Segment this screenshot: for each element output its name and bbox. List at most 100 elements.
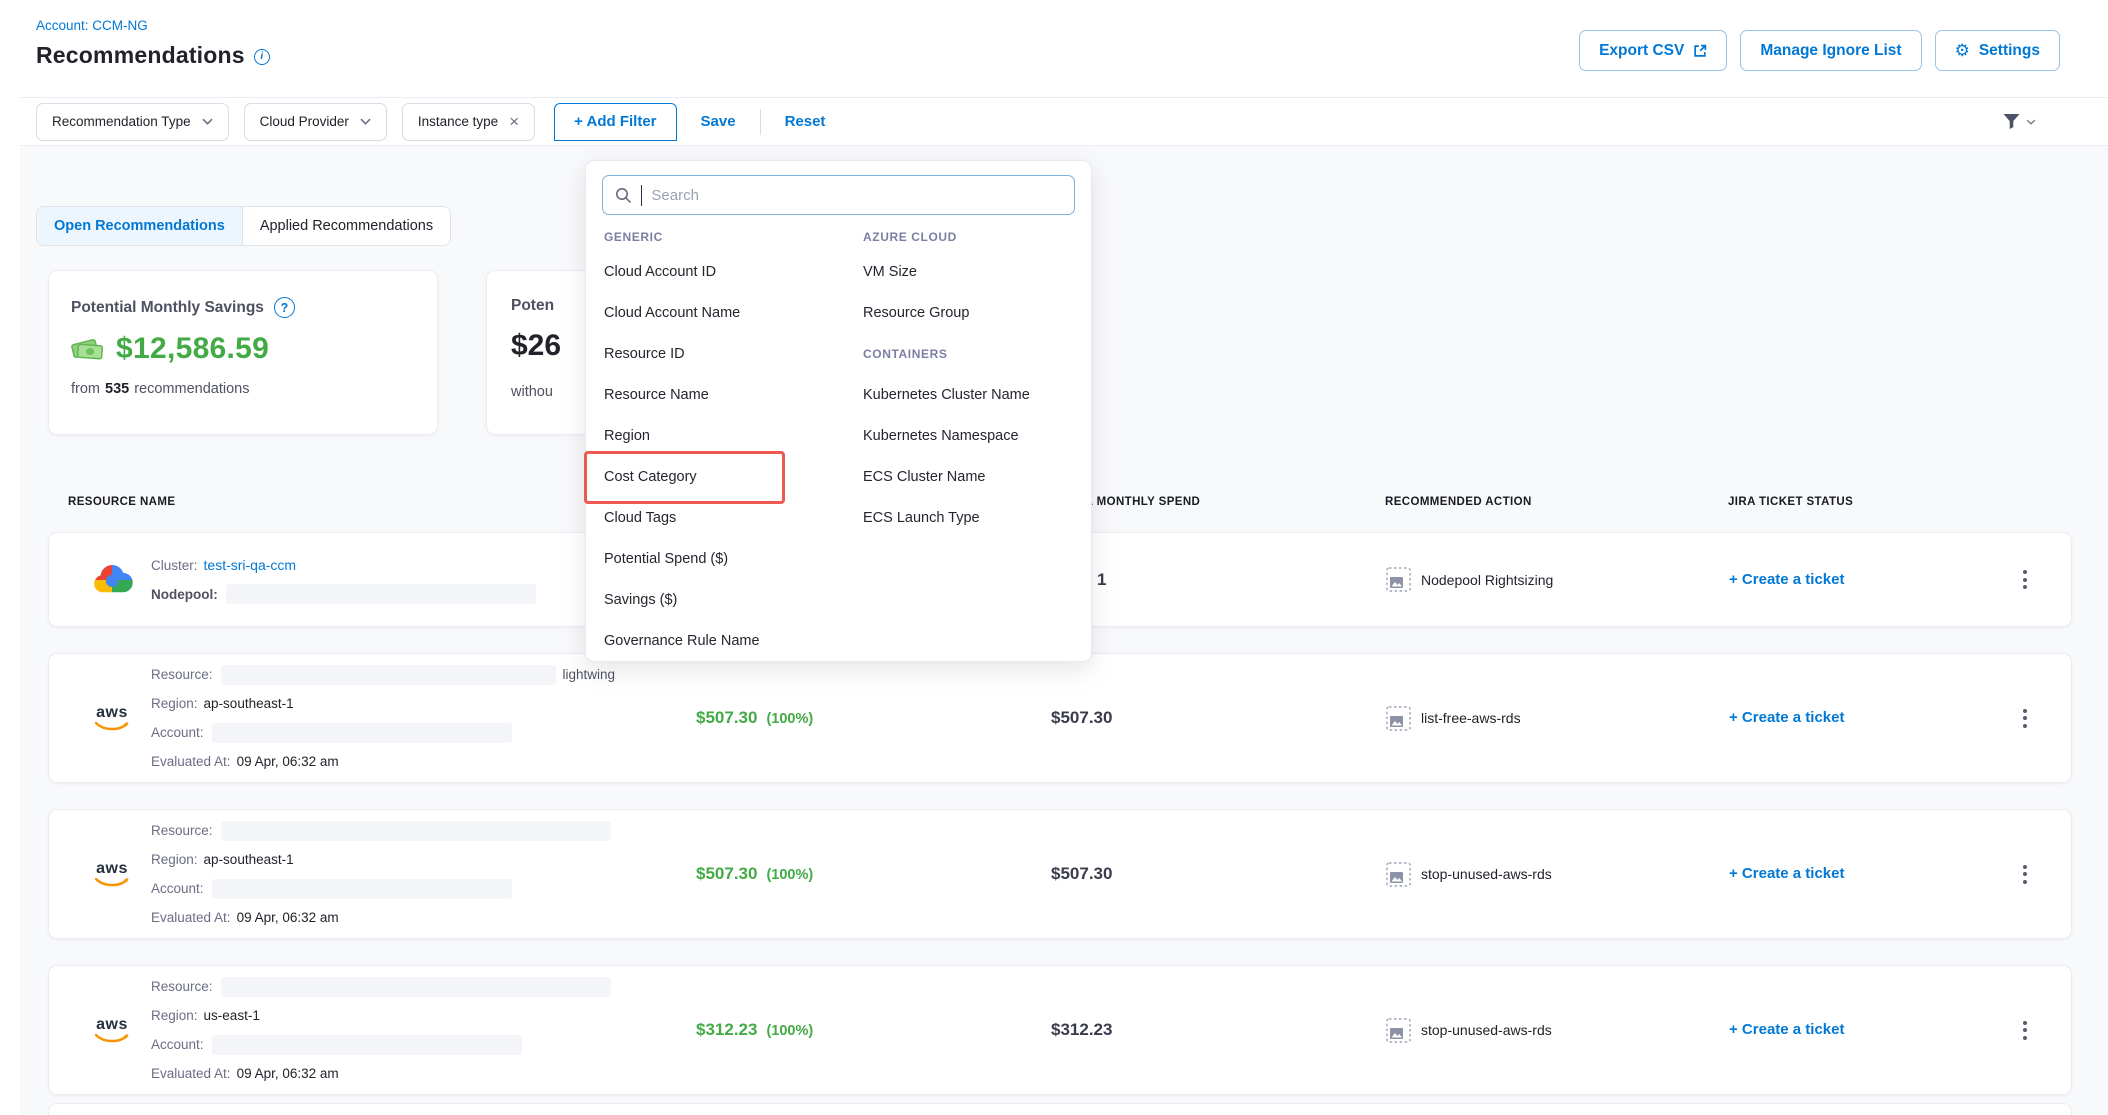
- export-csv-button[interactable]: Export CSV: [1579, 30, 1727, 71]
- monthly-savings-cell: $507.30 (100%): [646, 708, 1001, 728]
- filter-chip-cloud-provider[interactable]: Cloud Provider: [244, 103, 387, 141]
- savings-percent: (100%): [766, 867, 813, 883]
- filter-option-kubernetes-cluster-name[interactable]: Kubernetes Cluster Name: [863, 374, 1030, 415]
- breadcrumb-account-link[interactable]: Account: CCM-NG: [36, 18, 148, 33]
- row-menu-icon[interactable]: [2017, 859, 2033, 890]
- savings-card-subtext: from 535 recommendations: [71, 381, 437, 397]
- reset-filter-link[interactable]: Reset: [785, 113, 826, 130]
- search-icon: [615, 187, 632, 204]
- action-name: stop-unused-aws-rds: [1421, 866, 1552, 882]
- savings-percent: (100%): [766, 711, 813, 727]
- add-filter-button[interactable]: + Add Filter: [554, 103, 676, 141]
- recommended-action-cell: stop-unused-aws-rds: [1331, 862, 1691, 887]
- filter-chip-instance-type[interactable]: Instance type ×: [402, 103, 535, 141]
- generic-filter-column: GENERIC Cloud Account ID Cloud Account N…: [604, 223, 760, 661]
- filter-option-cost-category[interactable]: Cost Category: [604, 456, 760, 497]
- add-filter-dropdown: GENERIC Cloud Account ID Cloud Account N…: [585, 160, 1092, 662]
- table-row[interactable]: aws Resource:lightwing Region:ap-southea…: [48, 653, 2072, 783]
- subtext-prefix: from: [71, 381, 100, 397]
- filter-option-governance-rule-name[interactable]: Governance Rule Name: [604, 620, 760, 661]
- filter-option-savings[interactable]: Savings ($): [604, 579, 760, 620]
- recommendation-count: 535: [105, 381, 129, 397]
- remove-filter-icon[interactable]: ×: [509, 113, 519, 130]
- filter-option-ecs-launch-type[interactable]: ECS Launch Type: [863, 497, 1030, 538]
- search-box[interactable]: [602, 175, 1075, 215]
- create-ticket-link[interactable]: + Create a ticket: [1729, 865, 1844, 882]
- tab-open-recommendations[interactable]: Open Recommendations: [37, 207, 243, 245]
- resource-cell: aws Resource: Region:us-east-1 Account: …: [49, 972, 646, 1088]
- cloud-filter-column: AZURE CLOUD VM Size Resource Group CONTA…: [863, 223, 1030, 538]
- page-title: Recommendations: [36, 42, 245, 69]
- filter-option-region[interactable]: Region: [604, 415, 760, 456]
- nodepool-label: Nodepool:: [151, 587, 218, 602]
- create-ticket-link[interactable]: + Create a ticket: [1729, 1021, 1844, 1038]
- chip-label: Instance type: [418, 114, 498, 129]
- manage-ignore-list-button[interactable]: Manage Ignore List: [1740, 30, 1921, 71]
- search-input[interactable]: [651, 187, 1062, 204]
- filter-option-resource-group[interactable]: Resource Group: [863, 292, 1030, 333]
- filter-option-ecs-cluster-name[interactable]: ECS Cluster Name: [863, 456, 1030, 497]
- filter-option-kubernetes-namespace[interactable]: Kubernetes Namespace: [863, 415, 1030, 456]
- chip-label: Cloud Provider: [260, 114, 349, 129]
- total-monthly-spend-cell: $312.23: [1001, 1020, 1331, 1040]
- region-value: us-east-1: [204, 1008, 260, 1023]
- evaluated-value: 09 Apr, 06:32 am: [237, 1066, 339, 1081]
- chevron-down-icon: [2026, 119, 2036, 125]
- resource-visible-tail: lightwing: [563, 667, 616, 682]
- table-row[interactable]: aws Resource: Region:us-east-1 Account: …: [48, 965, 2072, 1095]
- cluster-link[interactable]: test-sri-qa-ccm: [204, 557, 297, 573]
- evaluated-value: 09 Apr, 06:32 am: [237, 910, 339, 925]
- filter-option-vm-size[interactable]: VM Size: [863, 251, 1030, 292]
- row-menu-icon[interactable]: [2017, 1015, 2033, 1046]
- info-icon[interactable]: i: [254, 49, 270, 65]
- action-name: list-free-aws-rds: [1421, 710, 1521, 726]
- redacted-value: [212, 1035, 522, 1055]
- filter-option-cloud-account-name[interactable]: Cloud Account Name: [604, 292, 760, 333]
- savings-value: $507.30: [696, 708, 757, 728]
- settings-button[interactable]: ⚙ Settings: [1935, 30, 2060, 71]
- page-header: Account: CCM-NG Recommendations i Export…: [0, 0, 2108, 98]
- recommendations-page: Account: CCM-NG Recommendations i Export…: [0, 0, 2108, 1114]
- image-placeholder-icon: [1386, 706, 1411, 731]
- region-label: Region:: [151, 1008, 198, 1023]
- monthly-savings-cell: $312.23 (100%): [646, 1020, 1001, 1040]
- evaluated-label: Evaluated At:: [151, 754, 231, 769]
- filter-option-cloud-tags[interactable]: Cloud Tags: [604, 497, 760, 538]
- aws-icon: aws: [89, 1017, 135, 1044]
- filter-panel-toggle[interactable]: [2002, 113, 2036, 130]
- savings-value: $507.30: [696, 864, 757, 884]
- cluster-label: Cluster:: [151, 558, 198, 573]
- create-ticket-link[interactable]: + Create a ticket: [1729, 571, 1844, 588]
- column-header-recommended-action: RECOMMENDED ACTION: [1330, 496, 1690, 508]
- row-menu-icon[interactable]: [2017, 564, 2033, 595]
- filter-option-resource-name[interactable]: Resource Name: [604, 374, 760, 415]
- filter-option-resource-id[interactable]: Resource ID: [604, 333, 760, 374]
- funnel-icon: [2002, 113, 2021, 130]
- save-filter-link[interactable]: Save: [701, 113, 736, 130]
- resource-cell: Cluster: test-sri-qa-ccm Nodepool:: [49, 551, 646, 609]
- redacted-value: [226, 584, 536, 604]
- evaluated-value: 09 Apr, 06:32 am: [237, 754, 339, 769]
- spend-card-title-partial: Poten: [511, 297, 554, 315]
- action-name: Nodepool Rightsizing: [1421, 572, 1553, 588]
- filter-option-cloud-account-id[interactable]: Cloud Account ID: [604, 251, 760, 292]
- row-menu-icon[interactable]: [2017, 703, 2033, 734]
- export-csv-label: Export CSV: [1599, 42, 1684, 60]
- resource-cell: aws Resource:lightwing Region:ap-southea…: [49, 660, 646, 776]
- section-title-containers: CONTAINERS: [863, 333, 1030, 374]
- resource-label: Resource:: [151, 823, 213, 838]
- header-actions: Export CSV Manage Ignore List ⚙ Settings: [1579, 30, 2060, 71]
- filter-chip-recommendation-type[interactable]: Recommendation Type: [36, 103, 229, 141]
- tab-applied-recommendations[interactable]: Applied Recommendations: [243, 207, 450, 245]
- filter-option-potential-spend[interactable]: Potential Spend ($): [604, 538, 760, 579]
- savings-percent: (100%): [766, 1023, 813, 1039]
- column-header-resource-name: RESOURCE NAME: [48, 496, 645, 508]
- table-row[interactable]: aws Resource: Region:ap-southeast-1 Acco…: [48, 809, 2072, 939]
- create-ticket-link[interactable]: + Create a ticket: [1729, 709, 1844, 726]
- evaluated-label: Evaluated At:: [151, 1066, 231, 1081]
- help-icon[interactable]: ?: [274, 297, 295, 318]
- redacted-value: [221, 821, 611, 841]
- chevron-down-icon: [360, 118, 371, 125]
- subtext-suffix: recommendations: [134, 381, 249, 397]
- table-row[interactable]: [48, 1103, 2072, 1115]
